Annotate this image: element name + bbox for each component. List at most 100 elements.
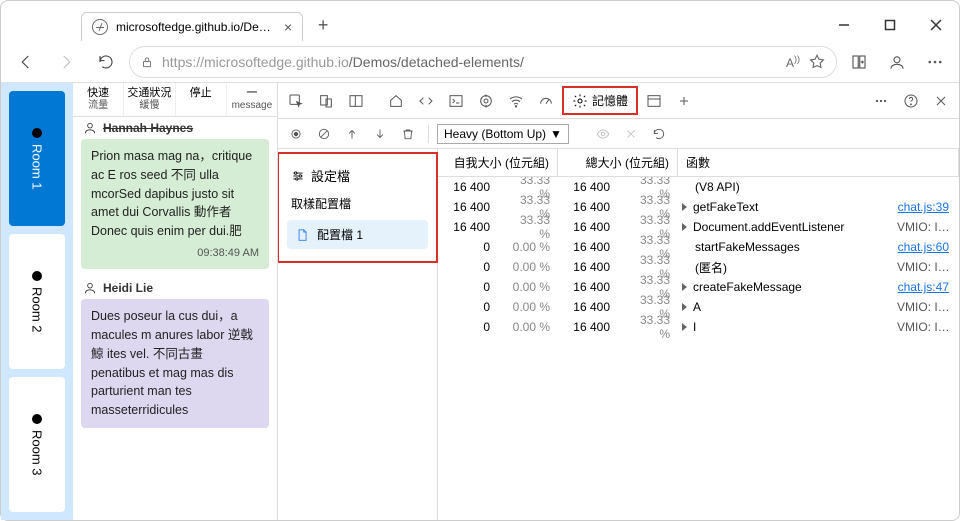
self-pct: 0.00 % [498, 300, 558, 314]
more-tabs-button[interactable] [670, 87, 698, 115]
function-name: startFakeMessages [678, 240, 889, 254]
total-size: 16 400 [558, 260, 618, 274]
function-name: createFakeMessage [678, 280, 889, 294]
toolbar-cell[interactable]: 快速流量 [73, 83, 124, 116]
inspect-icon[interactable] [282, 87, 310, 115]
favorite-icon[interactable] [808, 53, 826, 71]
eye-icon[interactable] [591, 122, 615, 146]
maximize-button[interactable] [867, 9, 913, 41]
self-size: 0 [438, 240, 498, 254]
minimize-button[interactable] [821, 9, 867, 41]
total-pct: 33.33 % [618, 313, 678, 341]
close-tab-icon[interactable]: × [284, 19, 292, 35]
room-label: Room 2 [30, 287, 45, 333]
self-size: 0 [438, 300, 498, 314]
expand-icon[interactable] [682, 323, 687, 331]
collections-button[interactable] [843, 46, 875, 78]
back-button[interactable] [9, 45, 43, 79]
col-total-size[interactable]: 總大小 (位元組) [558, 149, 678, 176]
message-author: Hannah Haynes [73, 117, 277, 139]
import-button[interactable] [340, 122, 364, 146]
source-link[interactable]: chat.js:60 [889, 240, 959, 254]
delete-button[interactable] [396, 122, 420, 146]
more-button[interactable] [919, 46, 951, 78]
room-3[interactable]: Room 3 [9, 377, 65, 512]
profile-item[interactable]: 配置檔 1 [287, 220, 428, 249]
room-2[interactable]: Room 2 [9, 234, 65, 369]
welcome-tab-icon[interactable] [382, 87, 410, 115]
table-row[interactable]: 00.00 %16 40033.33 %AVMIO: I… [438, 297, 959, 317]
source-link[interactable]: chat.js:39 [889, 200, 959, 214]
browser-tab[interactable]: microsoftedge.github.io/Demos/d × [81, 12, 303, 41]
room-1[interactable]: Room 1 [9, 91, 65, 226]
self-size: 0 [438, 320, 498, 334]
sliders-icon [291, 169, 305, 183]
separator [428, 125, 429, 143]
expand-icon[interactable] [682, 203, 687, 211]
dock-icon[interactable] [342, 87, 370, 115]
devtools-tabbar: 記憶體 [278, 83, 959, 119]
memory-tab-label: 記憶體 [592, 92, 628, 109]
table-row[interactable]: 00.00 %16 40033.33 %createFakeMessagecha… [438, 277, 959, 297]
devtools-close-icon[interactable] [927, 87, 955, 115]
expand-icon[interactable] [682, 303, 687, 311]
chat-column: 快速流量 交通狀況緩慢 停止 一message Hannah Haynes Pr… [73, 83, 278, 520]
refresh-button[interactable] [89, 45, 123, 79]
table-row[interactable]: 16 40033.33 %16 40033.33 %Document.addEv… [438, 217, 959, 237]
elements-tab-icon[interactable] [412, 87, 440, 115]
toolbar-cell[interactable]: 交通狀況緩慢 [124, 83, 175, 116]
status-dot-icon [32, 128, 42, 138]
message-body: Dues poseur la cus dui，a macules m anure… [91, 307, 259, 420]
room-label: Room 1 [30, 144, 45, 190]
toolbar-cell[interactable]: 一message [227, 83, 277, 116]
message-time: 09:38:49 AM [91, 245, 259, 262]
record-button[interactable] [284, 122, 308, 146]
table-row[interactable]: 00.00 %16 40033.33 %(匿名)VMIO: I… [438, 257, 959, 277]
devtools-help-icon[interactable] [897, 87, 925, 115]
table-body[interactable]: 16 40033.33 %16 40033.33 %(V8 API)16 400… [438, 177, 959, 520]
total-size: 16 400 [558, 220, 618, 234]
clear-filter-icon[interactable] [619, 122, 643, 146]
view-mode-dropdown[interactable]: Heavy (Bottom Up) ▼ [437, 124, 569, 144]
table-row[interactable]: 00.00 %16 40033.33 %startFakeMessagescha… [438, 237, 959, 257]
table-row[interactable]: 00.00 %16 40033.33 %IVMIO: I… [438, 317, 959, 337]
expand-icon[interactable] [682, 283, 687, 291]
table-header: 自我大小 (位元組) 總大小 (位元組) 函數 [438, 149, 959, 177]
gc-button[interactable] [647, 122, 671, 146]
device-icon[interactable] [312, 87, 340, 115]
total-size: 16 400 [558, 200, 618, 214]
clear-button[interactable] [312, 122, 336, 146]
performance-tab-icon[interactable] [532, 87, 560, 115]
profiles-sidebar: 設定檔 取樣配置檔 配置檔 1 [278, 149, 438, 520]
function-name: (匿名) [678, 259, 889, 276]
forward-button[interactable] [49, 45, 83, 79]
url-field[interactable]: https://microsoftedge.github.io/Demos/de… [129, 46, 837, 78]
col-self-size[interactable]: 自我大小 (位元組) [438, 149, 558, 176]
network-tab-icon[interactable] [502, 87, 530, 115]
devtools-more-icon[interactable] [867, 87, 895, 115]
source-link[interactable]: chat.js:47 [889, 280, 959, 294]
close-window-button[interactable] [913, 9, 959, 41]
sources-tab-icon[interactable] [472, 87, 500, 115]
memory-body: 設定檔 取樣配置檔 配置檔 1 自我大小 (位元組) 總大小 (位元組) 函數 … [278, 149, 959, 520]
col-function[interactable]: 函數 [678, 149, 959, 176]
console-tab-icon[interactable] [442, 87, 470, 115]
memory-tab[interactable]: 記憶體 [562, 86, 638, 115]
total-size: 16 400 [558, 300, 618, 314]
toolbar-cell[interactable]: 停止 [176, 83, 227, 116]
sampling-label: 取樣配置檔 [287, 191, 428, 218]
chat-message: Dues poseur la cus dui，a macules m anure… [81, 299, 269, 428]
read-aloud-icon[interactable]: A)) [786, 54, 800, 70]
total-size: 16 400 [558, 320, 618, 334]
application-tab-icon[interactable] [640, 87, 668, 115]
expand-icon[interactable] [682, 223, 687, 231]
profile-label: 配置檔 1 [317, 226, 363, 243]
source-link: VMIO: I… [889, 320, 959, 334]
new-tab-button[interactable]: + [307, 9, 339, 41]
source-link: VMIO: I… [889, 220, 959, 234]
settings-label: 設定檔 [311, 166, 350, 185]
dropdown-label: Heavy (Bottom Up) [444, 127, 546, 141]
profile-button[interactable] [881, 46, 913, 78]
window-controls [821, 9, 959, 41]
export-button[interactable] [368, 122, 392, 146]
